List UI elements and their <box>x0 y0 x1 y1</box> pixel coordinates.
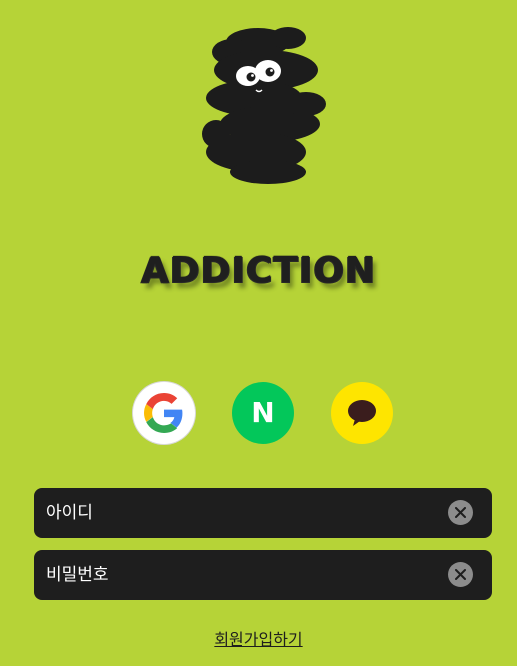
google-icon <box>144 393 183 433</box>
kakao-chat-icon <box>348 400 376 426</box>
naver-icon: N <box>251 396 275 429</box>
google-login-button[interactable] <box>133 382 195 444</box>
kakao-login-button[interactable] <box>331 382 393 444</box>
naver-login-button[interactable]: N <box>232 382 294 444</box>
password-field-container <box>34 550 492 600</box>
id-field-container <box>34 488 492 538</box>
password-clear-button[interactable] <box>448 562 473 587</box>
close-icon <box>455 507 466 518</box>
mascot-logo <box>202 27 326 184</box>
app-wordmark: ADDICTION <box>140 250 377 291</box>
password-input[interactable] <box>46 550 436 600</box>
close-icon <box>455 569 466 580</box>
id-input[interactable] <box>46 488 436 538</box>
id-clear-button[interactable] <box>448 500 473 525</box>
signup-link[interactable]: 회원가입하기 <box>0 626 517 650</box>
